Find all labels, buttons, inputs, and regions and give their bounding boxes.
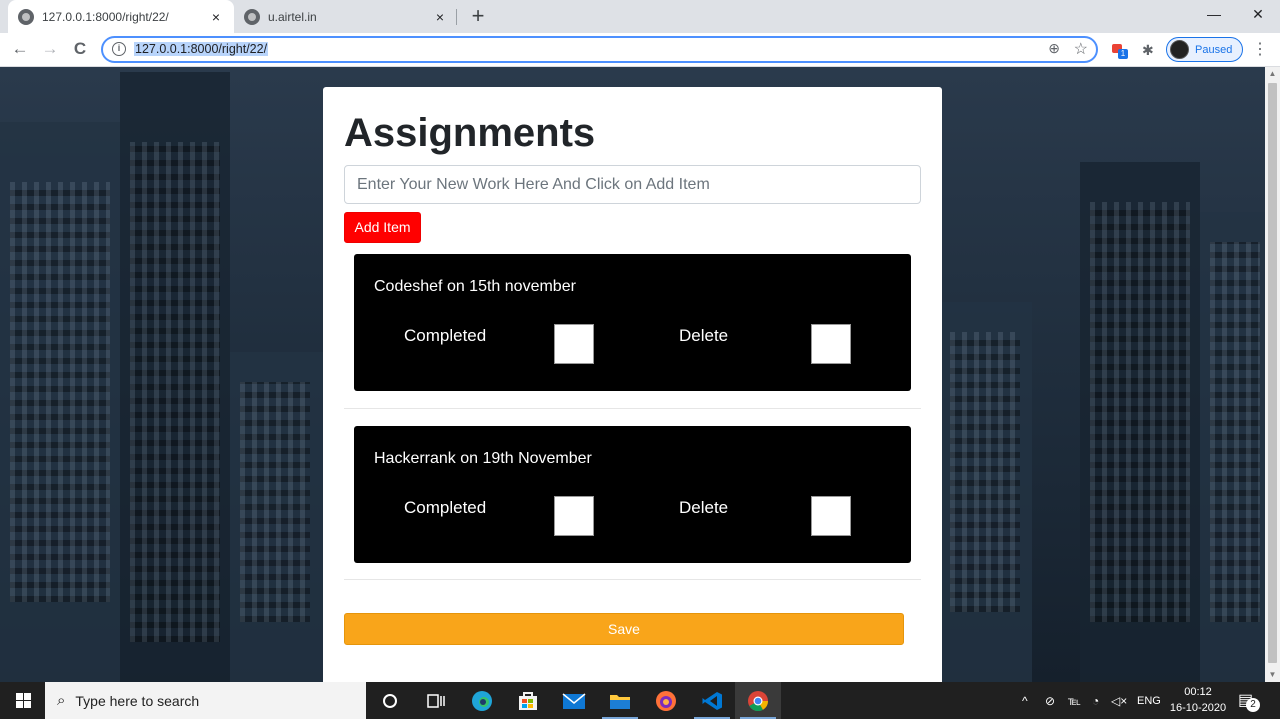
maximize-button[interactable] [1193,0,1237,30]
delete-label: Delete [679,498,729,517]
todo-item: Codeshef on 15th november Completed Dele… [354,254,911,391]
page-viewport: Assignments Add Item Codeshef on 15th no… [0,67,1265,682]
new-work-input[interactable] [344,165,921,204]
tab-strip: 127.0.0.1:8000/right/22/ × u.airtel.in ×… [0,0,1280,33]
wifi-icon[interactable]: ◔ [1092,682,1099,719]
cortana-icon[interactable] [367,682,413,719]
background-windows [10,182,110,602]
delete-checkbox[interactable] [811,496,851,536]
back-button[interactable]: ← [8,37,32,61]
item-divider [344,408,921,409]
tab-title: 127.0.0.1:8000/right/22/ [42,9,169,24]
profile-button[interactable]: Paused [1166,37,1243,62]
forward-button[interactable]: → [38,37,62,61]
address-url[interactable]: 127.0.0.1:8000/right/22/ [134,42,269,56]
tab-separator [456,9,457,25]
language-indicator[interactable]: ENG [1137,682,1161,719]
info-icon[interactable]: i [112,42,126,56]
firefox-icon[interactable] [643,682,689,719]
tab-close-icon[interactable]: × [208,9,224,25]
tab-active[interactable]: 127.0.0.1:8000/right/22/ × [8,0,234,33]
taskbar-search-box[interactable]: ⌕ Type here to search [45,682,366,719]
zoom-icon[interactable]: ⊕ [1048,40,1060,57]
tab-inactive[interactable]: u.airtel.in × [234,0,458,33]
scroll-down-arrow-icon[interactable]: ▼ [1265,668,1280,682]
windows-logo-icon [16,701,23,708]
address-bar[interactable]: i 127.0.0.1:8000/right/22/ ⊕ ☆ [101,36,1098,63]
background-windows [240,382,310,622]
mail-icon[interactable] [551,682,597,719]
bookmark-star-icon[interactable]: ☆ [1074,39,1088,59]
clock-time: 00:12 [1184,686,1212,698]
scroll-thumb[interactable] [1268,83,1277,663]
browser-toolbar: ← → C i 127.0.0.1:8000/right/22/ ⊕ ☆ 1 ✱… [0,33,1280,67]
windows-taskbar: ⌕ Type here to search ^ ⊘ ℡ ◔ ◁× ENG 00:… [0,682,1280,719]
windows-logo-icon [16,693,23,700]
scroll-up-arrow-icon[interactable]: ▲ [1265,67,1280,81]
taskbar-clock[interactable]: 00:12 16-10-2020 [1166,684,1230,716]
file-explorer-icon[interactable] [597,682,643,719]
todo-title: Codeshef on 15th november [374,278,576,295]
extensions-puzzle-icon[interactable]: ✱ [1142,42,1154,59]
globe-icon [244,8,260,25]
vscode-icon[interactable] [689,682,735,719]
todo-item: Hackerrank on 19th November Completed De… [354,426,911,563]
globe-icon [18,8,34,25]
completed-checkbox[interactable] [554,324,594,364]
notification-center-icon[interactable]: ▤ 2 [1238,690,1260,712]
background-windows [950,332,1020,612]
battery-icon[interactable]: ℡ [1068,682,1081,719]
clock-date: 16-10-2020 [1169,702,1227,714]
windows-logo-icon [24,693,31,700]
assignments-card: Assignments Add Item Codeshef on 15th no… [323,87,942,682]
tab-close-icon[interactable]: × [432,9,448,25]
page-scrollbar[interactable]: ▲ ▼ [1265,67,1280,682]
add-item-button[interactable]: Add Item [344,212,421,243]
tray-chevron-icon[interactable]: ^ [1022,682,1028,719]
microsoft-store-icon[interactable] [505,682,551,719]
background-windows [1210,242,1260,622]
taskbar-search-placeholder: Type here to search [75,692,200,709]
volume-muted-icon[interactable]: ◁× [1111,682,1127,719]
edge-browser-icon[interactable] [459,682,505,719]
task-view-icon[interactable] [413,682,459,719]
new-tab-button[interactable]: + [466,3,490,29]
search-icon: ⌕ [57,692,66,709]
page-title: Assignments [344,111,596,155]
extension-icon[interactable]: 1 [1112,42,1130,59]
windows-logo-icon [24,701,31,708]
delete-checkbox[interactable] [811,324,851,364]
network-error-icon[interactable]: ⊘ [1045,682,1055,719]
completed-checkbox[interactable] [554,496,594,536]
profile-status: Paused [1195,43,1233,56]
browser-menu-icon[interactable]: ⋮ [1252,39,1268,59]
save-button[interactable]: Save [344,613,904,645]
extension-badge: 1 [1118,49,1128,59]
reload-button[interactable]: C [68,37,92,61]
delete-label: Delete [679,326,729,345]
todo-title: Hackerrank on 19th November [374,450,592,467]
chrome-icon[interactable] [735,682,781,719]
completed-label: Completed [404,498,487,517]
background-windows [130,142,220,642]
item-divider [344,579,921,580]
close-window-button[interactable]: ✕ [1236,0,1280,30]
tab-title: u.airtel.in [268,9,317,24]
start-button[interactable] [0,682,45,719]
notification-count-badge: 2 [1246,698,1260,712]
background-windows [1090,202,1190,622]
completed-label: Completed [404,326,487,345]
avatar [1170,40,1189,59]
